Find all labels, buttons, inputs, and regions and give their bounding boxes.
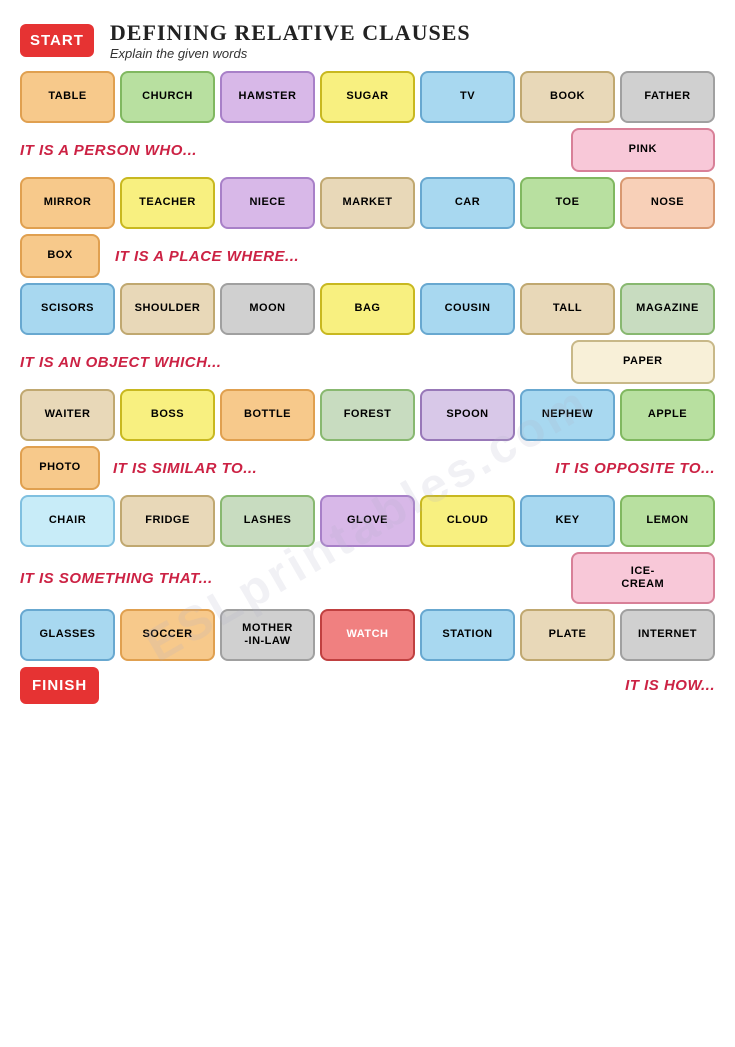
hint-how: IT IS HOW... — [311, 677, 715, 694]
cell-boss[interactable]: BOSS — [120, 389, 215, 441]
cell-car[interactable]: CAR — [420, 177, 515, 229]
cell-station[interactable]: STATION — [420, 609, 515, 661]
cell-box[interactable]: BOX — [20, 234, 100, 278]
cell-scisors[interactable]: SCISORS — [20, 283, 115, 335]
start-button[interactable]: START — [20, 24, 94, 57]
cell-glove[interactable]: GLOVE — [320, 495, 415, 547]
cell-chair[interactable]: CHAIR — [20, 495, 115, 547]
cell-lashes[interactable]: LASHES — [220, 495, 315, 547]
hint-place: IT IS A PLACE WHERE... — [105, 248, 715, 265]
cell-church[interactable]: CHURCH — [120, 71, 215, 123]
finish-button[interactable]: FINISH — [20, 667, 99, 704]
cell-waiter[interactable]: WAITER — [20, 389, 115, 441]
board-row-3: MIRROR TEACHER NIECE MARKET CAR TOE NOSE — [20, 177, 715, 229]
cell-table[interactable]: TABLE — [20, 71, 115, 123]
cell-photo[interactable]: PHOTO — [20, 446, 100, 490]
hint-person: IT IS A PERSON WHO... — [20, 142, 566, 159]
cell-motherinlaw[interactable]: MOTHER -IN-LAW — [220, 609, 315, 661]
board-row-1: TABLE CHURCH HAMSTER SUGAR TV BOOK FATHE… — [20, 71, 715, 123]
cell-plate[interactable]: PLATE — [520, 609, 615, 661]
cell-soccer[interactable]: SOCCER — [120, 609, 215, 661]
cell-icecream[interactable]: ICE-CREAM — [571, 552, 715, 604]
cell-bottle[interactable]: BOTTLE — [220, 389, 315, 441]
cell-father[interactable]: FATHER — [620, 71, 715, 123]
page-title: DEFINING RELATIVE CLAUSES — [110, 20, 471, 46]
cell-apple[interactable]: APPLE — [620, 389, 715, 441]
board-row-7: WAITER BOSS BOTTLE FOREST SPOON NEPHEW A… — [20, 389, 715, 441]
cell-pink[interactable]: PINK — [571, 128, 715, 172]
cell-paper[interactable]: PAPER — [571, 340, 715, 384]
page-subtitle: Explain the given words — [110, 46, 471, 61]
hint-something: IT IS SOMETHING THAT... — [20, 570, 566, 587]
cell-moon[interactable]: MOON — [220, 283, 315, 335]
cell-spoon[interactable]: SPOON — [420, 389, 515, 441]
cell-internet[interactable]: INTERNET — [620, 609, 715, 661]
cell-cloud[interactable]: CLOUD — [420, 495, 515, 547]
cell-glasses[interactable]: GLASSES — [20, 609, 115, 661]
cell-nose[interactable]: NOSE — [620, 177, 715, 229]
board-row-5: SCISORS SHOULDER MOON BAG COUSIN TALL MA… — [20, 283, 715, 335]
board-row-9: CHAIR FRIDGE LASHES GLOVE CLOUD KEY LEMO… — [20, 495, 715, 547]
cell-book[interactable]: BOOK — [520, 71, 615, 123]
cell-teacher[interactable]: TEACHER — [120, 177, 215, 229]
cell-sugar[interactable]: SUGAR — [320, 71, 415, 123]
cell-magazine[interactable]: MAGAZINE — [620, 283, 715, 335]
hint-row-object: IT IS AN OBJECT WHICH... PAPER — [20, 340, 715, 384]
cell-bag[interactable]: BAG — [320, 283, 415, 335]
hint-object: IT IS AN OBJECT WHICH... — [20, 354, 566, 371]
finish-row: FINISH IT IS HOW... — [20, 667, 715, 704]
hint-row-something: IT IS SOMETHING THAT... ICE-CREAM — [20, 552, 715, 604]
cell-lemon[interactable]: LEMON — [620, 495, 715, 547]
hint-row-similar: PHOTO IT IS SIMILAR TO... IT IS OPPOSITE… — [20, 446, 715, 490]
board-row-11: GLASSES SOCCER MOTHER -IN-LAW WATCH STAT… — [20, 609, 715, 661]
cell-hamster[interactable]: HAMSTER — [220, 71, 315, 123]
cell-fridge[interactable]: FRIDGE — [120, 495, 215, 547]
cell-nephew[interactable]: NEPHEW — [520, 389, 615, 441]
hint-row-place: BOX IT IS A PLACE WHERE... — [20, 234, 715, 278]
cell-market[interactable]: MARKET — [320, 177, 415, 229]
cell-shoulder[interactable]: SHOULDER — [120, 283, 215, 335]
cell-key[interactable]: KEY — [520, 495, 615, 547]
cell-mirror[interactable]: MIRROR — [20, 177, 115, 229]
cell-tall[interactable]: TALL — [520, 283, 615, 335]
cell-cousin[interactable]: COUSIN — [420, 283, 515, 335]
hint-similar: IT IS SIMILAR TO... — [105, 460, 412, 477]
cell-watch[interactable]: WATCH — [320, 609, 415, 661]
hint-row-person: IT IS A PERSON WHO... PINK — [20, 128, 715, 172]
hint-opposite: IT IS OPPOSITE TO... — [417, 460, 716, 477]
cell-niece[interactable]: NIECE — [220, 177, 315, 229]
cell-toe[interactable]: TOE — [520, 177, 615, 229]
cell-tv[interactable]: TV — [420, 71, 515, 123]
cell-forest[interactable]: FOREST — [320, 389, 415, 441]
